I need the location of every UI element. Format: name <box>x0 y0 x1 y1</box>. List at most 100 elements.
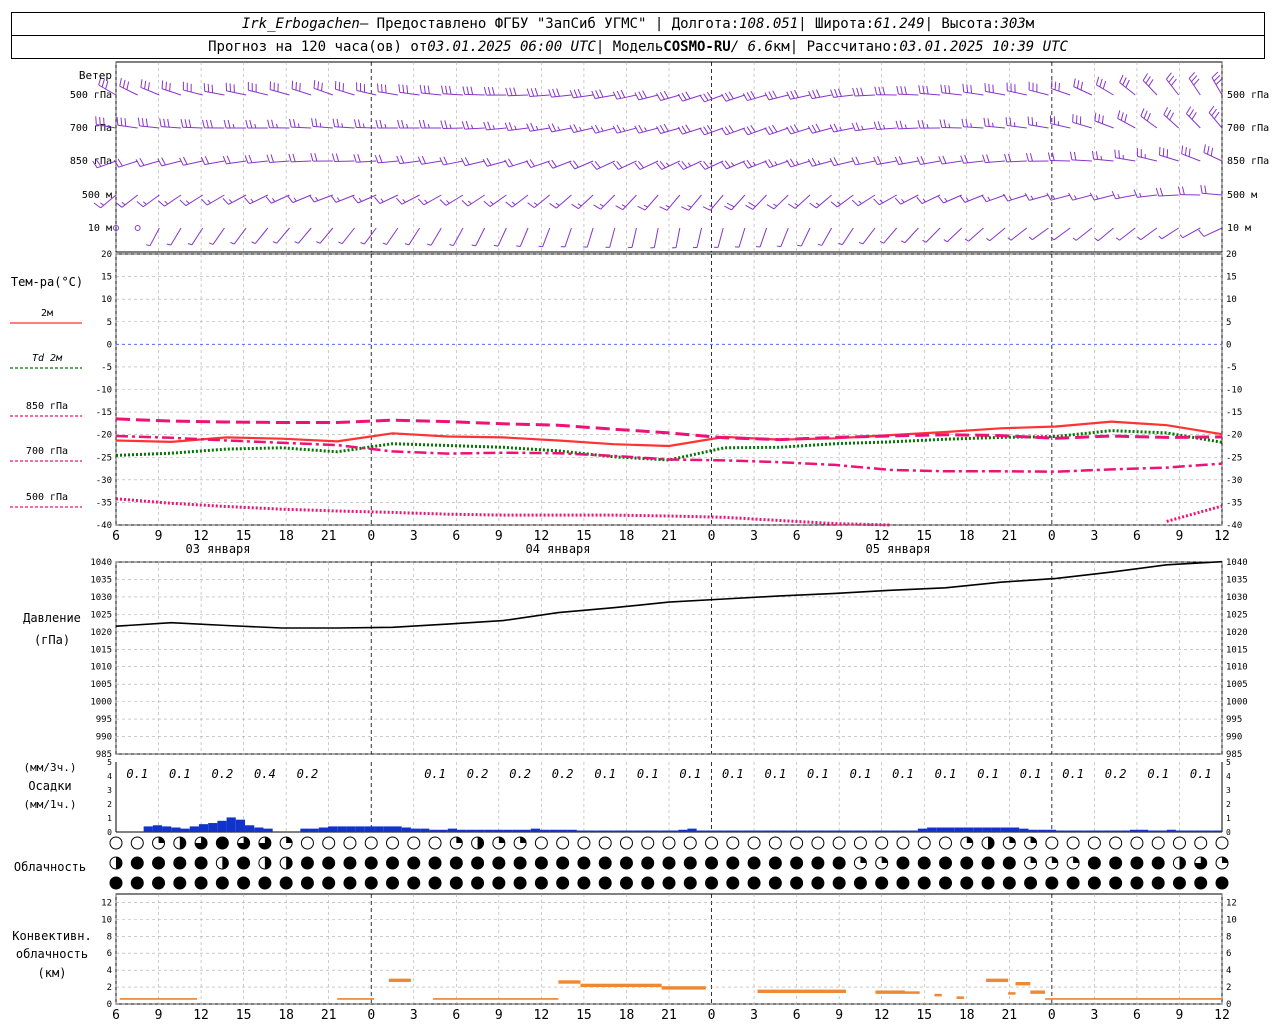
wind-barb-feather <box>135 159 141 167</box>
wind-barb-shaft <box>226 90 247 96</box>
wind-barb-shaft <box>968 227 984 242</box>
wind-barb-shaft <box>941 126 962 129</box>
wind-barb-half-feather <box>948 123 951 128</box>
wind-barb-feather <box>764 127 770 135</box>
cloud-symbol <box>1087 856 1101 870</box>
wind-barb-feather <box>724 160 731 168</box>
wind-barb-feather <box>966 84 969 93</box>
wind-barb-feather <box>1213 111 1220 120</box>
cloud-title: Облачность <box>14 860 86 874</box>
wind-barb-feather <box>1050 80 1053 89</box>
wind-barb-feather <box>244 155 249 164</box>
wind-barb-feather <box>786 126 792 135</box>
wind-barb-feather <box>742 93 748 101</box>
time-tick-label: 0 <box>367 529 375 544</box>
wind-barb-half-feather <box>232 123 235 129</box>
wind-barb-shaft <box>1181 153 1201 162</box>
wind-barb-shaft <box>841 227 854 245</box>
wind-barb-half-feather <box>600 127 604 132</box>
cloud-symbol <box>619 876 633 890</box>
precip-bar <box>1092 830 1103 832</box>
wind-barb-feather <box>1073 151 1077 161</box>
wind-barb-feather <box>95 116 97 125</box>
date-label: 05 января <box>865 542 930 556</box>
wind-barb-feather <box>1163 107 1169 115</box>
wind-barb-half-feather <box>470 124 474 129</box>
wind-barb-half-feather <box>1008 196 1013 201</box>
wind-barb-shaft <box>898 127 919 130</box>
precip-bar <box>936 827 946 832</box>
wind-barb-half-feather <box>467 200 472 205</box>
wind-barb-feather <box>1073 78 1076 87</box>
wind-barb-feather <box>1025 153 1029 162</box>
wind-barb-shaft <box>489 194 507 207</box>
precip-bar <box>770 830 780 832</box>
cloud-symbol <box>407 836 421 850</box>
y-tick-label-left: 10 <box>101 915 112 925</box>
cloud-symbol <box>407 856 421 870</box>
y-tick-label-right: 2 <box>1226 800 1231 809</box>
wind-barb-feather <box>1143 110 1148 119</box>
cloud-symbol <box>577 836 591 850</box>
wind-barb-feather <box>612 162 619 170</box>
cloud-symbol <box>917 836 931 850</box>
wind-barb-feather <box>466 86 470 95</box>
wind-barb-feather <box>959 195 966 203</box>
wind-barb-shaft <box>738 227 746 248</box>
cloud-symbol <box>960 856 974 870</box>
time-tick-label: 18 <box>959 529 975 544</box>
wind-barb-feather <box>139 158 145 166</box>
cloud-symbol <box>449 876 463 890</box>
wind-barb-feather <box>970 84 973 94</box>
conv-segment <box>904 991 920 994</box>
precip-bar <box>1102 830 1112 832</box>
precip-bar <box>973 827 983 832</box>
wind-barb-feather <box>1027 116 1030 125</box>
wind-barb-feather <box>1188 71 1196 79</box>
precip-bar <box>1010 827 1020 832</box>
wind-barb-feather <box>944 84 947 94</box>
wind-barb-shaft <box>356 90 377 96</box>
y-tick-label-left: 20 <box>101 250 112 260</box>
y-tick-label-right: 1025 <box>1226 610 1248 620</box>
wind-barb-feather <box>292 153 296 162</box>
cloud-symbol <box>237 856 251 870</box>
wind-barb-feather <box>591 162 598 170</box>
wind-barb-shaft <box>140 86 160 96</box>
wind-barb-feather <box>295 81 297 91</box>
precip-title: Осадки <box>28 779 71 793</box>
wind-barb-feather <box>1102 80 1107 90</box>
precip-bar <box>263 828 273 832</box>
wind-barb-feather <box>860 87 864 96</box>
wind-barb-feather <box>790 90 795 99</box>
wind-barb-feather <box>482 158 488 167</box>
precip-bar <box>300 828 310 832</box>
wind-barb-shaft <box>752 194 767 210</box>
wind-barb-feather <box>594 161 601 169</box>
wind-barb-feather <box>396 155 401 164</box>
wind-barb-feather <box>703 126 709 134</box>
wind-barb-feather <box>638 124 644 133</box>
wind-barb-shaft <box>182 126 203 129</box>
wind-barb-feather <box>427 85 430 94</box>
cloud-symbol <box>300 836 314 850</box>
wind-barb-half-feather <box>208 242 214 245</box>
wind-barb-shaft <box>876 127 897 131</box>
wind-barb-feather <box>748 202 756 207</box>
wind-barb-shaft <box>464 93 485 96</box>
wind-barb-feather <box>964 154 969 164</box>
y-tick-label-right: 6 <box>1226 949 1231 959</box>
cloud-fill <box>1222 857 1228 863</box>
legend-label: 500 гПа <box>26 492 68 503</box>
wind-barb-half-feather <box>774 161 778 166</box>
wind-barb-feather <box>1200 185 1203 194</box>
precip-bar <box>429 829 439 832</box>
wind-barb-shaft <box>452 227 464 246</box>
wind-barb-shaft <box>696 227 703 248</box>
wind-barb-feather <box>483 86 487 96</box>
wind-barb-shaft <box>622 194 637 210</box>
precip-bar <box>825 830 835 832</box>
time-tick-label: 6 <box>112 1008 120 1023</box>
wind-barb-feather <box>1076 80 1080 89</box>
wind-barb-feather <box>642 90 647 99</box>
